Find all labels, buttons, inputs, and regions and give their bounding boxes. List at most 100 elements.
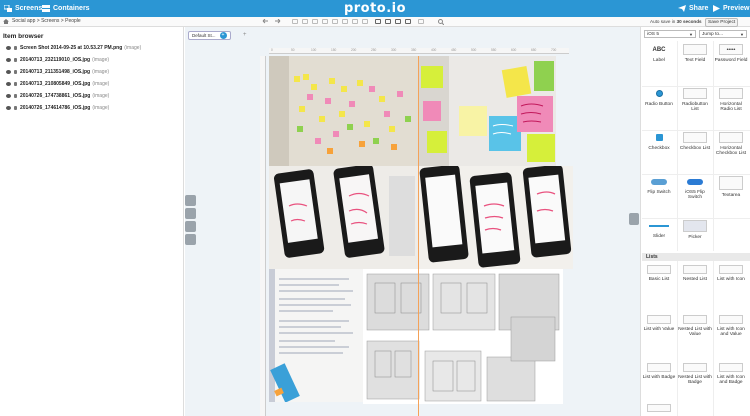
preview-label: Preview <box>723 5 750 12</box>
component-name: Basic List <box>648 277 670 282</box>
jump-to-select[interactable]: Jump to... ▼ <box>699 30 747 38</box>
eye-icon[interactable] <box>6 58 11 62</box>
eye-icon[interactable] <box>6 46 11 50</box>
home-icon[interactable] <box>3 18 9 24</box>
component-horizontal-radio-list[interactable]: Horizontal Radio List <box>714 86 748 128</box>
align-middle-icon[interactable] <box>332 19 338 24</box>
undo-icon[interactable] <box>262 18 268 24</box>
eye-icon[interactable] <box>6 82 11 86</box>
lists-section-header[interactable]: Lists <box>642 253 750 261</box>
zoom-icon[interactable] <box>438 19 445 26</box>
photo-paper-wireframes[interactable] <box>363 269 563 404</box>
photo-phone-sketches-1[interactable] <box>269 166 419 269</box>
ruler-tick: 650 <box>531 48 537 52</box>
preview-button[interactable]: Preview <box>712 0 749 17</box>
component-list-with-badge[interactable]: List with Badge <box>642 361 676 403</box>
photo-handwritten-notes[interactable] <box>269 269 363 402</box>
component-nested-list-with-value[interactable]: Nested List with Value <box>678 313 712 355</box>
list-item[interactable]: 20140713_211351498_iOS.jpg (image) <box>6 68 109 76</box>
component-list-with-icon-and-value[interactable]: List with Icon and Value <box>714 313 748 355</box>
item-type: (image) <box>92 105 110 111</box>
component-nested-list-with-badge[interactable]: Nested List with Badge <box>678 361 712 403</box>
device-select[interactable]: iOS 5 ▼ <box>644 30 696 38</box>
component-radio-button[interactable]: Radio Button <box>642 86 676 128</box>
ungroup-icon[interactable] <box>385 19 391 24</box>
component-ios5-flip-switch[interactable]: iOS5 Flip Switch <box>678 174 712 216</box>
canvas-area[interactable]: Default St... + + 0 50 100 150 200 250 3… <box>185 27 640 416</box>
component-basic-list[interactable]: Basic List <box>642 263 676 305</box>
app-logo: proto.io <box>343 1 407 16</box>
component-nested-list[interactable]: Nested List <box>678 263 712 305</box>
component-horizontal-checkbox-list[interactable]: Horizontal Checkbox List <box>714 130 748 172</box>
distribute-icon[interactable] <box>352 19 358 24</box>
lock-icon[interactable] <box>14 106 17 110</box>
component-flip-switch[interactable]: Flip Switch <box>642 174 676 216</box>
list-item[interactable]: 20140726_174738861_iOS.jpg (image) <box>6 92 109 100</box>
align-right-icon[interactable] <box>312 19 318 24</box>
list-preview <box>647 265 671 274</box>
tab-default-state[interactable]: Default St... + <box>188 31 231 40</box>
bring-front-icon[interactable] <box>395 19 401 24</box>
eye-icon[interactable] <box>6 106 11 110</box>
align-top-icon[interactable] <box>322 19 328 24</box>
group-icon[interactable] <box>375 19 381 24</box>
share-button[interactable]: Share <box>678 0 708 17</box>
component-textarea[interactable]: Textarea <box>714 174 748 216</box>
phone-sketches-2-image <box>419 166 573 269</box>
help-icon[interactable] <box>185 234 196 245</box>
lock-icon[interactable] <box>14 70 17 74</box>
settings-icon[interactable] <box>185 221 196 232</box>
component-name: Textarea <box>721 193 741 198</box>
align-left-icon[interactable] <box>292 19 298 24</box>
save-project-button[interactable]: Save Project <box>705 18 739 27</box>
ruler-tick: 700 <box>551 48 557 52</box>
component-list-with-icon[interactable]: List with Icon <box>714 263 748 305</box>
ruler-tick: 0 <box>271 48 273 52</box>
redo-icon[interactable] <box>274 18 281 24</box>
screens-label: Screens <box>15 5 43 12</box>
screens-button[interactable]: Screens <box>4 0 42 17</box>
list-preview <box>683 363 707 372</box>
photo-phone-sketches-2[interactable] <box>419 166 573 269</box>
component-list-with-icon-and-badge[interactable]: List with Icon and Badge <box>714 361 748 403</box>
lock-icon[interactable] <box>14 58 17 62</box>
send-back-icon[interactable] <box>405 19 411 24</box>
list-item[interactable]: 20140713_232119010_iOS.jpg (image) <box>6 56 109 64</box>
list-item[interactable]: 20140713_210805849_iOS.jpg (image) <box>6 80 109 88</box>
component-more-list[interactable] <box>642 404 676 414</box>
eye-icon[interactable] <box>6 70 11 74</box>
lock-icon[interactable] <box>14 94 17 98</box>
breadcrumb-screens[interactable]: Screens <box>41 18 59 24</box>
component-checkbox-list[interactable]: Checkbox List <box>678 130 712 172</box>
grid-icon[interactable] <box>185 208 196 219</box>
panel-toggle-icon[interactable] <box>629 213 639 225</box>
label-preview: ABC <box>652 46 666 53</box>
layers-icon[interactable] <box>185 195 196 206</box>
component-checkbox[interactable]: Checkbox <box>642 130 676 172</box>
component-name: List with Icon <box>717 277 745 282</box>
component-list-with-value[interactable]: List with Value <box>642 313 676 355</box>
component-label[interactable]: ABC Label <box>642 42 676 84</box>
lock-icon[interactable] <box>14 82 17 86</box>
checkbox-icon <box>647 132 671 143</box>
list-item[interactable]: 20140726_174614786_iOS.jpg (image) <box>6 104 109 112</box>
eye-icon[interactable] <box>6 94 11 98</box>
align-bottom-icon[interactable] <box>342 19 348 24</box>
list-preview <box>647 315 671 324</box>
component-text-field[interactable]: Text Field <box>678 42 712 84</box>
lock-icon[interactable] <box>14 46 17 50</box>
photo-sticky-notes-closeup[interactable] <box>419 56 556 166</box>
distribute-vertical-icon[interactable] <box>362 19 368 24</box>
component-radiobutton-list[interactable]: Radiobutton List <box>678 86 712 128</box>
containers-button[interactable]: Containers <box>42 0 90 17</box>
list-item[interactable]: Screen Shot 2014-09-25 at 10.53.27 PM.pn… <box>6 44 141 52</box>
add-state-button[interactable]: + <box>243 32 247 38</box>
list-preview <box>647 363 671 372</box>
breadcrumb-app[interactable]: Social app <box>12 18 35 24</box>
item-browser-panel: Item browser Screen Shot 2014-09-25 at 1… <box>0 27 184 416</box>
photo-sticky-notes-wall[interactable] <box>269 56 419 166</box>
lock-tool-icon[interactable] <box>418 19 424 24</box>
tab-badge[interactable]: + <box>219 32 227 39</box>
component-password-field[interactable]: ••••• Password Field <box>714 42 748 84</box>
align-center-icon[interactable] <box>302 19 308 24</box>
